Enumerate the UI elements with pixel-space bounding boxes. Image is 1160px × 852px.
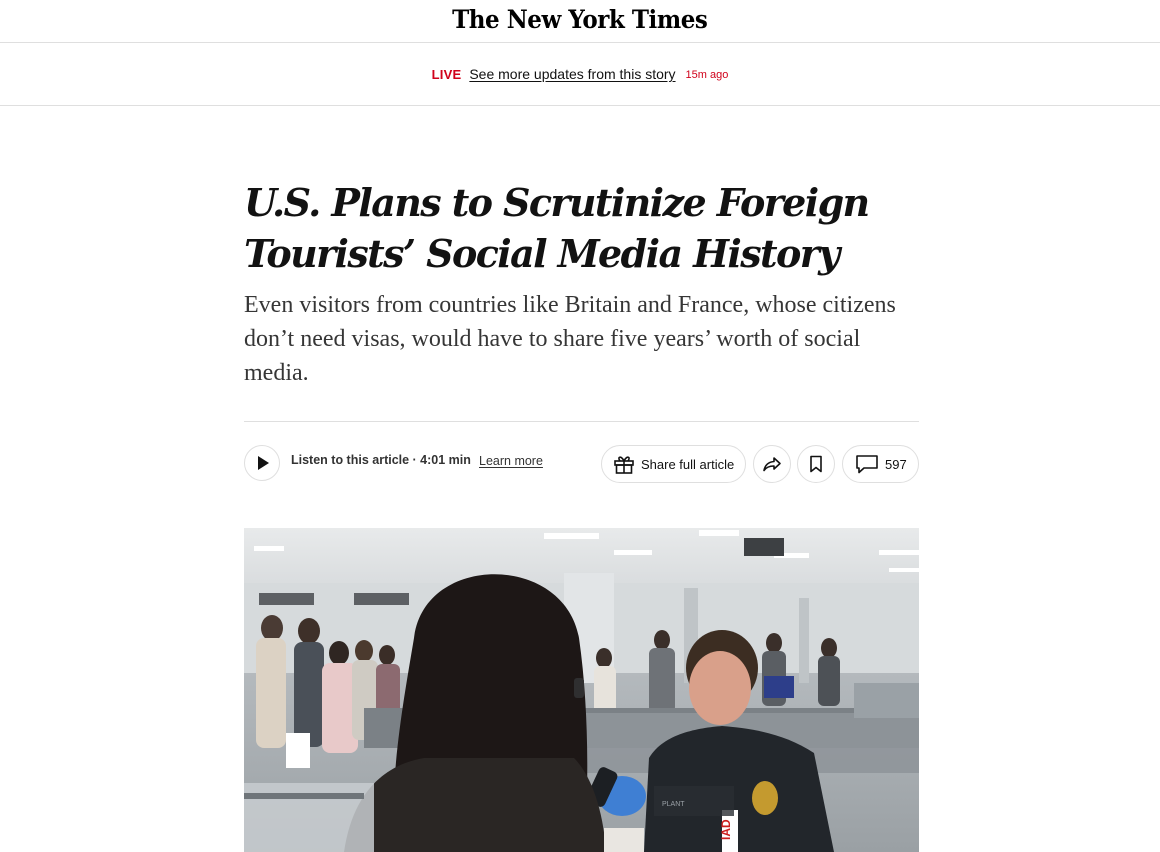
comment-count: 597 — [885, 456, 907, 472]
nyt-logo[interactable]: The New York Times — [452, 7, 708, 32]
patch-text: PLANT — [662, 801, 685, 808]
live-timestamp: 15m ago — [685, 69, 729, 81]
airport-passport-control-photo: IAD PLANT — [244, 528, 919, 852]
bookmark-icon — [810, 455, 822, 473]
article-photo[interactable]: IAD PLANT — [244, 528, 919, 852]
play-audio-button[interactable] — [244, 445, 280, 481]
listen-label: Listen to this article · 4:01 min — [291, 453, 471, 467]
play-icon — [258, 456, 269, 470]
live-updates-bar: LIVE See more updates from this story 15… — [0, 43, 1160, 106]
article-headline: U.S. Plans to Scrutinize Foreign Tourist… — [244, 180, 870, 276]
save-button[interactable] — [797, 445, 835, 483]
gift-icon — [614, 456, 634, 474]
share-button[interactable] — [753, 445, 791, 483]
article-summary: Even visitors from countries like Britai… — [244, 292, 896, 386]
badge-text: IAD — [719, 819, 733, 840]
live-updates-link[interactable]: See more updates from this story — [469, 66, 675, 82]
divider — [244, 421, 919, 422]
comments-button[interactable]: 597 — [842, 445, 919, 483]
share-arrow-icon — [763, 457, 781, 472]
learn-more-link[interactable]: Learn more — [479, 454, 543, 468]
share-full-article-button[interactable]: Share full article — [601, 445, 746, 483]
masthead: The New York Times — [0, 0, 1160, 43]
comment-icon — [856, 455, 878, 474]
share-full-article-label: Share full article — [641, 456, 735, 472]
live-label: LIVE — [431, 66, 462, 82]
